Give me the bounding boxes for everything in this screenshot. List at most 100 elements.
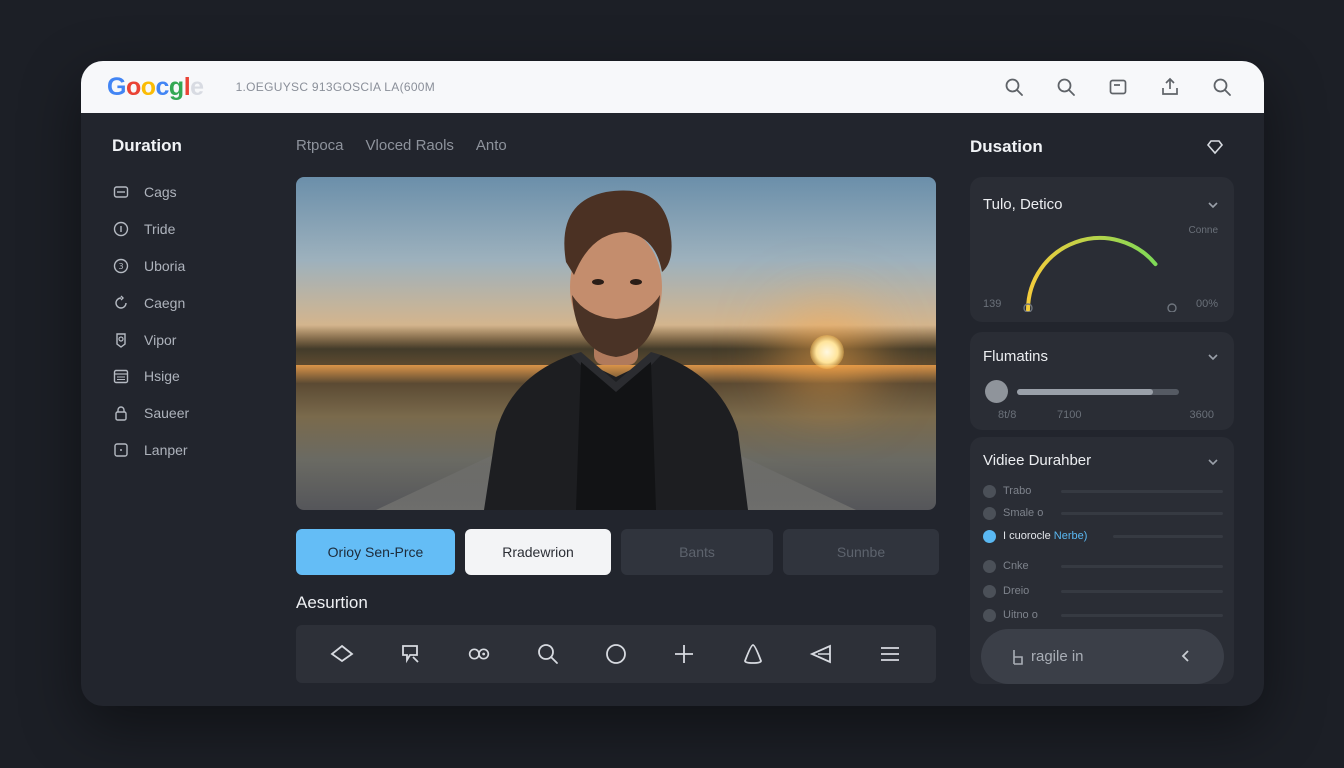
- duration-option-label: Smale o: [1003, 507, 1044, 519]
- slider-track[interactable]: [1017, 389, 1179, 395]
- gauge-max-label: 00%: [1195, 298, 1218, 310]
- sign-in-pill-button[interactable]: ragile in: [981, 629, 1224, 684]
- duration-option-label: I cuorocle Nerbe): [1003, 530, 1113, 542]
- sidebar-item-label: Cags: [144, 184, 177, 201]
- chevron-down-icon[interactable]: [1206, 198, 1220, 212]
- secondary-action-button[interactable]: Rradewrion: [465, 529, 611, 575]
- tab-anto[interactable]: Anto: [476, 137, 507, 154]
- sidebar-item[interactable]: Caegn: [112, 284, 272, 321]
- svg-text:3: 3: [118, 262, 123, 271]
- sidebar-title: Duration: [112, 136, 182, 155]
- duration-option-label: Cnke: [1003, 560, 1029, 572]
- sidebar-item-label: Uboria: [144, 257, 186, 274]
- plus-icon[interactable]: [670, 640, 698, 668]
- radio-button[interactable]: [983, 608, 996, 622]
- person-portrait: [484, 190, 748, 510]
- duration-option[interactable]: Smale o: [983, 505, 1223, 521]
- section-title: Aesurtion: [296, 593, 368, 612]
- sidebar-item[interactable]: Cags: [112, 174, 272, 211]
- slider-card-title: Flumatins: [983, 348, 1049, 365]
- coin-icon: 3: [112, 257, 130, 275]
- search-icon[interactable]: [1002, 75, 1026, 99]
- calendar-icon[interactable]: [1106, 75, 1130, 99]
- gauge-max-marker: [1167, 303, 1177, 312]
- search-icon[interactable]: [1054, 75, 1078, 99]
- triangle-icon[interactable]: [739, 640, 767, 668]
- diamond-icon[interactable]: [328, 640, 356, 668]
- browser-topbar: Goocgle 1.OEGUYSC 913GOSCIA LA(600M: [81, 61, 1264, 113]
- sidebar-item[interactable]: Saueer: [112, 395, 272, 432]
- gauge-card-title: Tulo, Detico: [983, 196, 1063, 213]
- logo-letter: c: [155, 72, 170, 101]
- gauge-card: Tulo, Detico Conne 139 00%: [970, 177, 1234, 322]
- logo-letter: o: [140, 72, 156, 101]
- search-icon[interactable]: [534, 640, 562, 668]
- duration-option-extra: Nerbe): [1053, 530, 1088, 542]
- radio-button[interactable]: [983, 506, 996, 520]
- duration-option[interactable]: Uitno o: [983, 607, 1223, 623]
- google-logo[interactable]: Goocgle: [107, 73, 204, 102]
- logo-letter: g: [168, 72, 184, 101]
- sidebar-item-label: Vipor: [144, 331, 177, 348]
- gauge-min-label: 139: [983, 298, 1002, 310]
- duration-bar: [1061, 489, 1223, 493]
- square-icon: [112, 441, 130, 459]
- tool-icon-bar: [296, 625, 936, 683]
- tab-rtpoca[interactable]: Rtpoca: [296, 137, 344, 154]
- calendar-icon: [112, 367, 130, 385]
- sidebar-item[interactable]: 3 Uboria: [112, 248, 272, 285]
- duration-option-label: Trabo: [1003, 485, 1032, 497]
- sidebar-item[interactable]: Tride: [112, 211, 272, 248]
- sign-in-pill-label: ragile in: [1031, 648, 1084, 665]
- disabled-action-button-2[interactable]: Sunnbe: [783, 529, 939, 575]
- chevron-left-icon[interactable]: [1178, 648, 1194, 664]
- radio-button[interactable]: [983, 484, 996, 498]
- card-icon: [112, 183, 130, 201]
- duration-option-label: Dreio: [1003, 585, 1030, 597]
- send-icon[interactable]: [807, 640, 835, 668]
- primary-action-button[interactable]: Orioy Sen-Prce: [296, 529, 455, 575]
- duration-bar: [1061, 589, 1223, 593]
- sidebar-item[interactable]: Lanper: [112, 432, 272, 469]
- radio-button-selected[interactable]: [983, 529, 996, 543]
- tab-vloced-raols[interactable]: Vloced Raols: [366, 137, 454, 154]
- circle-icon[interactable]: [602, 640, 630, 668]
- share-icon[interactable]: [1158, 75, 1182, 99]
- duration-option[interactable]: Trabo: [983, 483, 1223, 499]
- app-window: Goocgle 1.OEGUYSC 913GOSCIA LA(600M Dura…: [81, 61, 1264, 706]
- slider-mid-label: 7100: [1057, 409, 1082, 421]
- logo-letter: e: [190, 72, 204, 101]
- slider-knob[interactable]: [985, 380, 1008, 403]
- sidebar: Duration Cags Tride 3 Uboria Caegn Vipor…: [112, 136, 272, 468]
- slider-left-label: 8t/8: [998, 409, 1017, 421]
- hero-photo: [296, 177, 936, 510]
- login-icon: [1011, 649, 1025, 665]
- sidebar-item[interactable]: Hsige: [112, 358, 272, 395]
- gauge-arc: [1026, 236, 1158, 312]
- address-bar[interactable]: 1.OEGUYSC 913GOSCIA LA(600M: [236, 80, 436, 94]
- duration-bar: [1113, 534, 1223, 538]
- link-icon[interactable]: [465, 640, 493, 668]
- menu-icon[interactable]: [876, 640, 904, 668]
- radio-button[interactable]: [983, 559, 996, 573]
- lock-icon: [112, 404, 130, 422]
- refresh-icon: [112, 294, 130, 312]
- favorite-icon[interactable]: [1205, 137, 1225, 157]
- radio-button[interactable]: [983, 584, 996, 598]
- sidebar-item[interactable]: Vipor: [112, 321, 272, 358]
- chevron-down-icon[interactable]: [1206, 455, 1220, 469]
- tag-icon[interactable]: [397, 640, 425, 668]
- duration-card-title: Vidiee Durahber: [983, 452, 1092, 469]
- chevron-down-icon[interactable]: [1206, 350, 1220, 364]
- content-tabs: Rtpoca Vloced Raols Anto: [296, 137, 507, 154]
- disabled-action-button[interactable]: Bants: [621, 529, 773, 575]
- slider-card: Flumatins 8t/8 7100 3600: [970, 332, 1234, 430]
- duration-option[interactable]: Dreio: [983, 583, 1223, 599]
- duration-option-text: I cuorocle: [1003, 530, 1051, 542]
- duration-option-selected[interactable]: I cuorocle Nerbe): [983, 528, 1223, 544]
- badge-icon: [112, 331, 130, 349]
- duration-option[interactable]: Cnke: [983, 558, 1223, 574]
- logo-letter: G: [107, 72, 126, 101]
- search-icon[interactable]: [1210, 75, 1234, 99]
- logo-letter: o: [125, 72, 141, 101]
